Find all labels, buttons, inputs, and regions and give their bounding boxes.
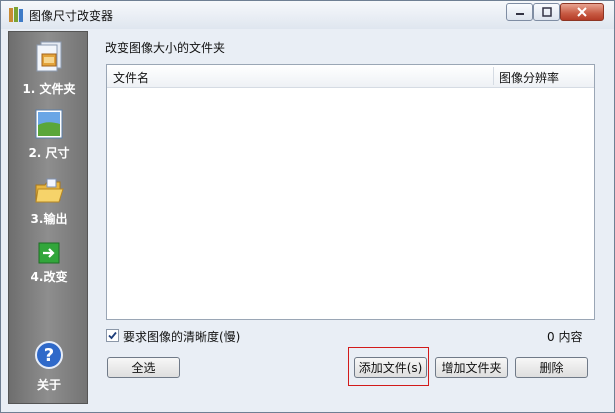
sidebar-item-size[interactable]: 2. 尺寸 — [9, 108, 89, 161]
delete-button[interactable]: 删除 — [515, 357, 588, 378]
app-logo-icon — [9, 7, 23, 22]
sidebar-item-about[interactable]: ? 关于 — [9, 340, 89, 393]
svg-text:?: ? — [44, 345, 54, 366]
window-title: 图像尺寸改变器 — [29, 9, 114, 23]
open-folder-icon — [35, 178, 64, 203]
sidebar-item-label: 1. 文件夹 — [22, 82, 76, 96]
sidebar-item-label: 2. 尺寸 — [28, 146, 70, 160]
help-icon: ? — [35, 341, 63, 369]
close-icon — [577, 7, 587, 17]
sidebar-item-output[interactable]: 3.输出 — [9, 176, 89, 227]
file-list[interactable]: 文件名 图像分辨率 — [106, 64, 595, 320]
green-arrow-icon — [38, 242, 60, 264]
maximize-button[interactable] — [533, 3, 560, 21]
sidebar-item-label: 4.改变 — [30, 270, 68, 284]
sidebar-item-change[interactable]: 4.改变 — [9, 242, 89, 285]
list-header: 文件名 图像分辨率 — [107, 65, 594, 88]
landscape-image-icon — [35, 109, 63, 139]
sidebar-item-label: 关于 — [36, 378, 61, 392]
folder-documents-icon — [36, 41, 62, 72]
sidebar: 1. 文件夹 2. 尺寸 3.输出 4.改变 ? 关于 — [8, 31, 88, 404]
checkmark-icon — [108, 331, 117, 340]
title-bar: 图像尺寸改变器 — [1, 1, 614, 29]
sidebar-item-folder[interactable]: 1. 文件夹 — [9, 40, 89, 97]
column-header-filename[interactable]: 文件名 — [113, 69, 149, 86]
app-window: 图像尺寸改变器 1. 文件夹 2. 尺寸 3.输出 4.改变 ? 关于 改变图像… — [0, 0, 615, 413]
clarity-checkbox[interactable] — [106, 329, 119, 342]
add-folder-button[interactable]: 增加文件夹 — [435, 357, 508, 378]
clarity-checkbox-label[interactable]: 要求图像的清晰度(慢) — [123, 328, 240, 345]
column-header-resolution[interactable]: 图像分辨率 — [499, 69, 559, 86]
maximize-icon — [541, 7, 552, 17]
section-title: 改变图像大小的文件夹 — [105, 41, 226, 55]
item-count: 0 内容 — [547, 330, 583, 344]
column-divider — [493, 67, 494, 85]
close-button[interactable] — [560, 3, 604, 21]
add-file-button[interactable]: 添加文件(s) — [354, 357, 427, 378]
sidebar-item-label: 3.输出 — [30, 212, 68, 226]
select-all-button[interactable]: 全选 — [107, 357, 180, 378]
minimize-button[interactable] — [506, 3, 533, 21]
minimize-icon — [515, 13, 524, 15]
